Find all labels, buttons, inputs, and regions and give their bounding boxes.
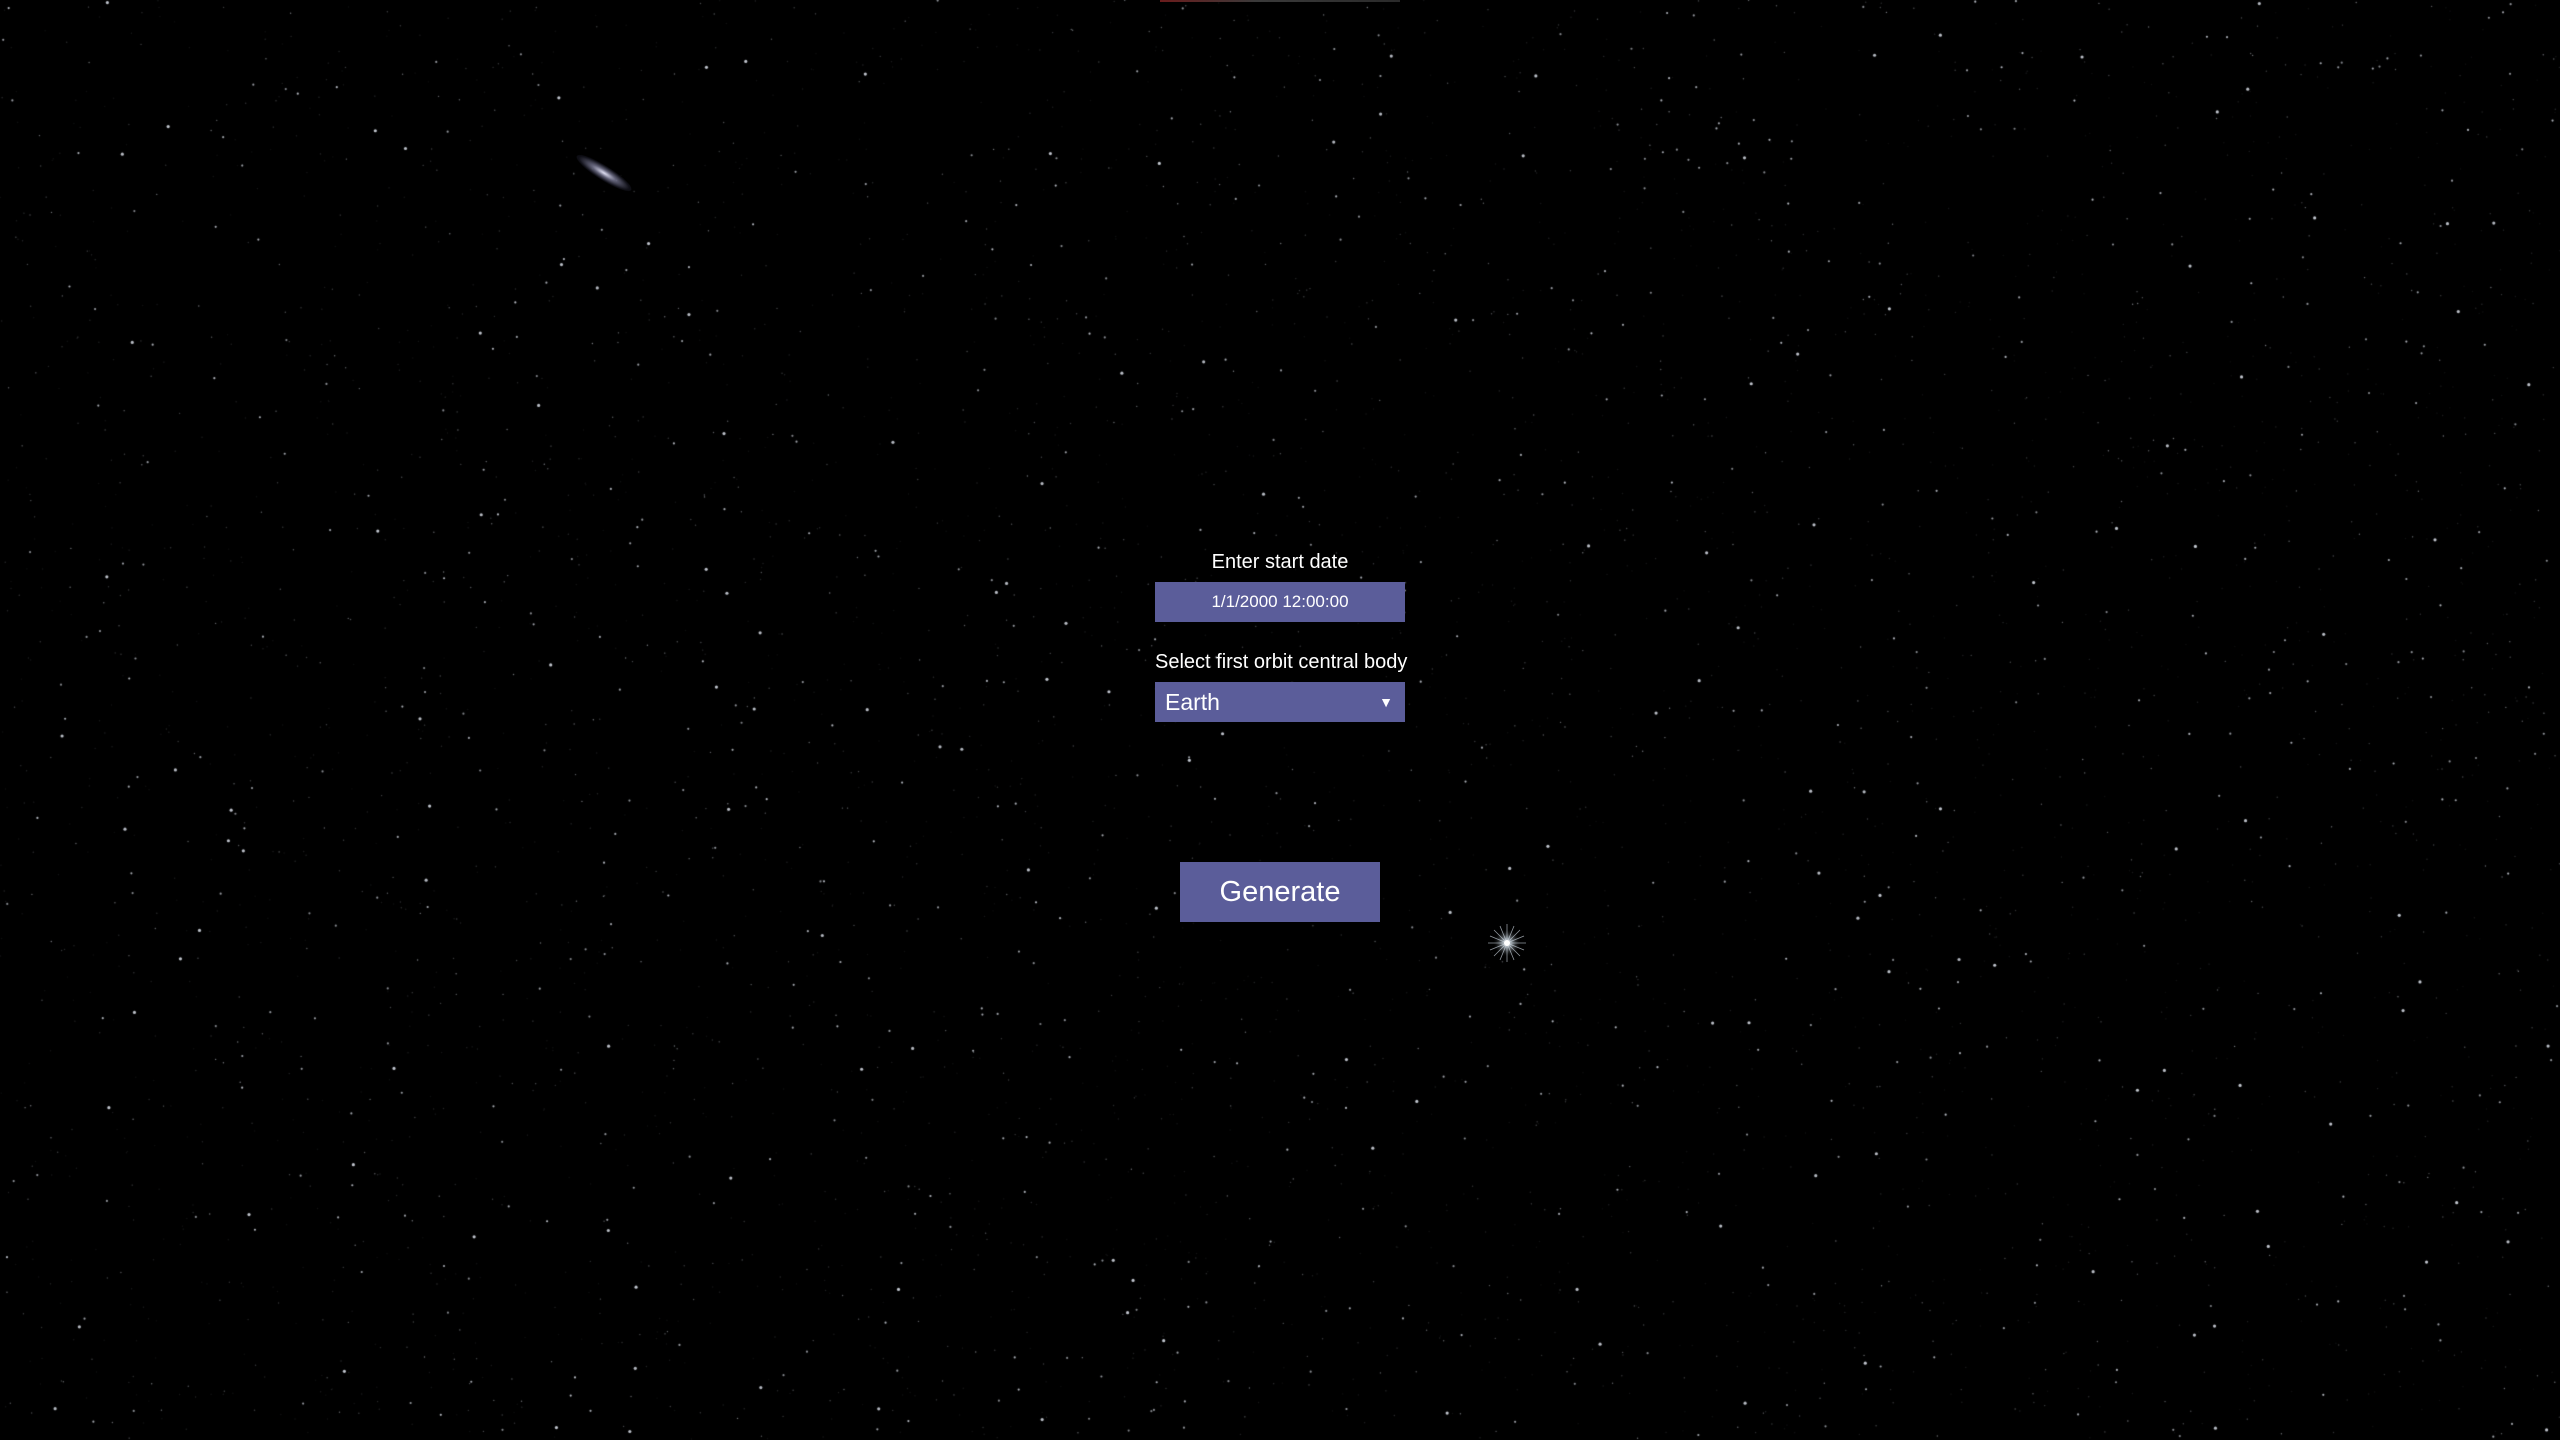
- orbit-setup-form: Enter start date Select first orbit cent…: [1155, 546, 1408, 722]
- central-body-select[interactable]: Earth ▼: [1155, 682, 1405, 722]
- bright-star-image: [1488, 924, 1526, 962]
- central-body-selected-value: Earth: [1165, 689, 1220, 715]
- start-date-input[interactable]: [1155, 582, 1405, 622]
- start-date-label: Enter start date: [1211, 551, 1349, 573]
- chevron-down-icon: ▼: [1379, 694, 1393, 710]
- generate-button[interactable]: Generate: [1180, 862, 1380, 922]
- central-body-label: Select first orbit central body: [1155, 651, 1408, 673]
- top-edge-bar: [1160, 0, 1400, 2]
